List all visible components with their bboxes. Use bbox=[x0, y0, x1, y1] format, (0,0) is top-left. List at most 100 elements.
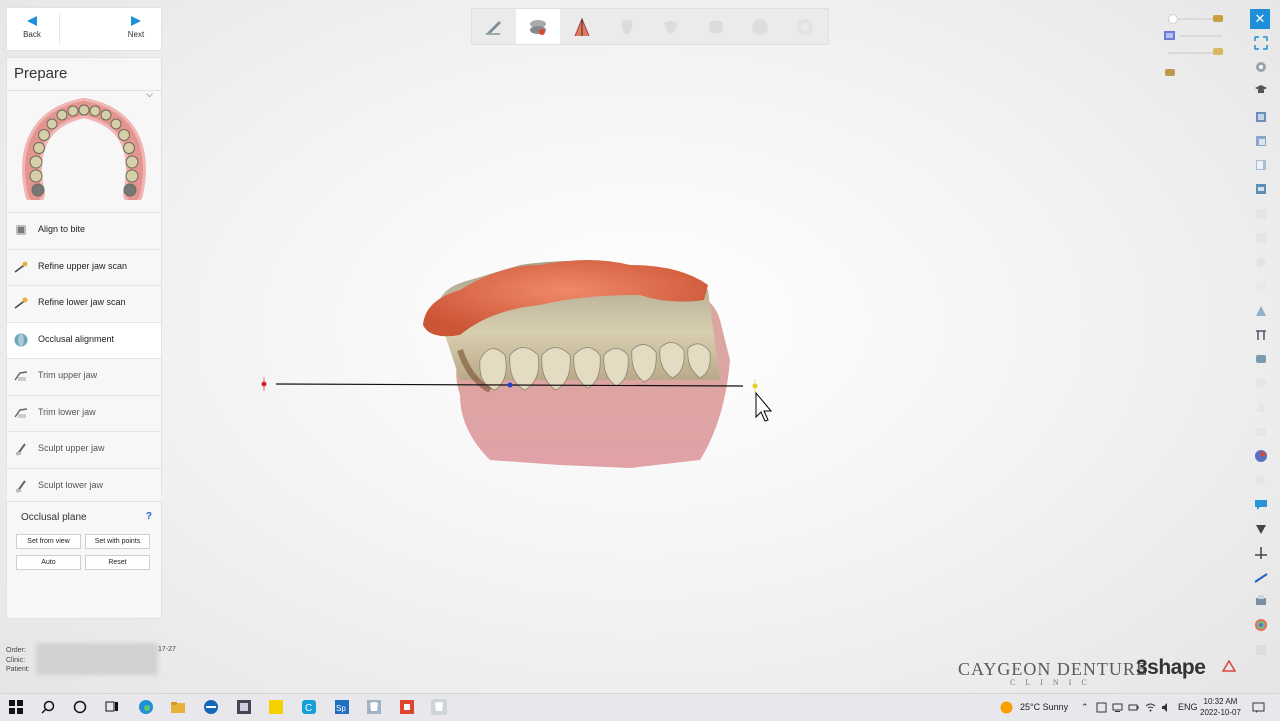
plane-point-blue[interactable] bbox=[507, 382, 513, 388]
step-label: Refine upper jaw scan bbox=[38, 260, 128, 271]
set-from-view-button[interactable]: Set from view bbox=[16, 534, 81, 549]
wifi-icon[interactable] bbox=[1145, 702, 1156, 713]
edit-tool-icon bbox=[486, 20, 501, 35]
help-icon[interactable]: ? bbox=[146, 511, 152, 522]
edge-icon[interactable] bbox=[138, 699, 154, 715]
measure-icon[interactable] bbox=[1254, 304, 1268, 318]
c-app-icon[interactable]: C bbox=[301, 699, 317, 715]
tray-chevron-icon[interactable]: ⌃ bbox=[1081, 702, 1089, 713]
disabled-tool-icon[interactable] bbox=[1254, 207, 1268, 221]
clinic-logo: CAYGEON DENTURE bbox=[958, 659, 1148, 679]
tooth-app-icon[interactable] bbox=[366, 699, 382, 715]
tool-tooth-2[interactable] bbox=[649, 9, 693, 44]
clock-time: 10:32 AM bbox=[1203, 697, 1238, 706]
tool-arch[interactable] bbox=[560, 9, 604, 44]
shield-icon[interactable] bbox=[1254, 522, 1268, 536]
file-explorer-icon[interactable] bbox=[170, 699, 186, 715]
notifications-icon[interactable] bbox=[1252, 701, 1265, 714]
occlusal-plane-icon[interactable] bbox=[1254, 546, 1268, 560]
step-label: Trim upper jaw bbox=[38, 370, 98, 380]
reset-button[interactable]: Reset bbox=[85, 555, 150, 570]
sp-app-icon[interactable]: Sp bbox=[334, 699, 350, 715]
back-button[interactable]: Back bbox=[7, 8, 57, 50]
teamviewer-icon[interactable] bbox=[203, 699, 219, 715]
3d-viewport[interactable] bbox=[160, 50, 1245, 690]
slider-knob[interactable] bbox=[1168, 14, 1178, 24]
step-refine-upper-jaw-scan[interactable]: Refine upper jaw scan bbox=[7, 248, 161, 285]
battery-icon[interactable] bbox=[1128, 702, 1139, 713]
settings-icon[interactable] bbox=[1254, 60, 1268, 74]
next-button[interactable]: Next bbox=[111, 8, 161, 50]
tool-bite-alignment[interactable] bbox=[516, 9, 560, 44]
section-icon[interactable] bbox=[1254, 328, 1268, 342]
mouse-cursor-icon bbox=[755, 391, 773, 422]
tool-sphere-2[interactable] bbox=[783, 9, 827, 44]
task-view-icon[interactable] bbox=[104, 699, 120, 715]
step-label: Sculpt lower jaw bbox=[38, 479, 104, 490]
network-icon[interactable] bbox=[1112, 702, 1123, 713]
svg-text:C: C bbox=[305, 703, 312, 714]
disabled-tool-icon[interactable] bbox=[1254, 376, 1268, 390]
next-label: Next bbox=[127, 30, 145, 39]
auto-button[interactable]: Auto bbox=[16, 555, 81, 570]
color-wheel-icon[interactable] bbox=[1254, 618, 1268, 632]
view-front-icon[interactable] bbox=[1254, 110, 1268, 124]
search-icon[interactable] bbox=[40, 699, 56, 715]
patient-label: Patient: bbox=[6, 666, 30, 673]
tool-sphere-1[interactable] bbox=[738, 9, 782, 44]
disabled-tool-icon[interactable] bbox=[1254, 400, 1268, 414]
cortana-icon[interactable] bbox=[72, 699, 88, 715]
graduation-cap-icon[interactable] bbox=[1254, 83, 1268, 97]
step-sculpt-lower-jaw[interactable]: Sculpt lower jaw bbox=[7, 467, 161, 504]
3shape-logo: 3shape bbox=[1136, 656, 1206, 679]
color-map-icon[interactable] bbox=[1254, 449, 1268, 463]
step-label: Occlusal alignment bbox=[38, 333, 115, 344]
tray-app-icon[interactable] bbox=[1096, 702, 1107, 713]
app-icon[interactable] bbox=[236, 699, 252, 715]
jaw-scan-model[interactable] bbox=[423, 260, 730, 468]
step-trim-upper-jaw[interactable]: Trim upper jaw bbox=[7, 358, 161, 395]
navigation-bar: Back Next bbox=[6, 7, 162, 51]
collapse-chevron-icon[interactable]: ⌵ bbox=[146, 89, 153, 100]
bite-tool-icon bbox=[530, 19, 546, 35]
refine-upper-icon bbox=[14, 261, 28, 273]
step-trim-lower-jaw[interactable]: Trim lower jaw bbox=[7, 394, 161, 431]
weather-text[interactable]: 25°C Sunny bbox=[1020, 702, 1068, 712]
step-label: Refine lower jaw scan bbox=[38, 297, 126, 307]
step-label: Align to bite bbox=[38, 224, 86, 234]
view-top-icon[interactable] bbox=[1254, 182, 1268, 196]
disabled-tool-icon[interactable] bbox=[1254, 255, 1268, 269]
system-clock[interactable]: 10:32 AM 2022-10-07 bbox=[1200, 696, 1241, 718]
view-toolbar bbox=[471, 8, 829, 45]
tool-tooth-1[interactable] bbox=[605, 9, 649, 44]
tool-tooth-3[interactable] bbox=[694, 9, 738, 44]
disabled-tool-icon[interactable] bbox=[1254, 231, 1268, 245]
tool-edit[interactable] bbox=[472, 9, 516, 44]
sticky-notes-icon[interactable] bbox=[268, 699, 284, 715]
model-icon[interactable] bbox=[1254, 352, 1268, 366]
weather-sun-icon bbox=[1000, 701, 1013, 714]
step-refine-lower-jaw-scan[interactable]: Refine lower jaw scan bbox=[7, 285, 161, 322]
lower-jaw-opacity-slider[interactable] bbox=[1180, 35, 1222, 37]
disabled-tool-icon[interactable] bbox=[1254, 425, 1268, 439]
language-indicator[interactable]: ENG bbox=[1178, 702, 1198, 712]
view-back-icon[interactable] bbox=[1254, 134, 1268, 148]
tooth-icon bbox=[709, 20, 723, 33]
annotation-icon[interactable] bbox=[1254, 643, 1268, 657]
print-icon[interactable] bbox=[1254, 594, 1268, 608]
step-occlusal-alignment[interactable]: Occlusal alignment bbox=[7, 321, 161, 358]
refine-lower-icon bbox=[14, 297, 28, 309]
red-app-icon[interactable] bbox=[399, 699, 415, 715]
3shape-app-icon[interactable] bbox=[431, 699, 447, 715]
disabled-tool-icon[interactable] bbox=[1254, 473, 1268, 487]
disabled-tool-icon[interactable] bbox=[1254, 279, 1268, 293]
ruler-icon[interactable] bbox=[1254, 570, 1268, 584]
step-sculpt-upper-jaw[interactable]: Sculpt upper jaw bbox=[7, 431, 161, 468]
chat-icon[interactable] bbox=[1254, 497, 1268, 511]
view-side-icon[interactable] bbox=[1254, 158, 1268, 172]
set-with-points-button[interactable]: Set with points bbox=[85, 534, 150, 549]
volume-icon[interactable] bbox=[1161, 702, 1172, 713]
windows-start-icon[interactable] bbox=[8, 699, 24, 715]
fullscreen-icon[interactable] bbox=[1254, 36, 1268, 50]
step-align-to-bite[interactable]: Align to bite bbox=[7, 212, 161, 249]
